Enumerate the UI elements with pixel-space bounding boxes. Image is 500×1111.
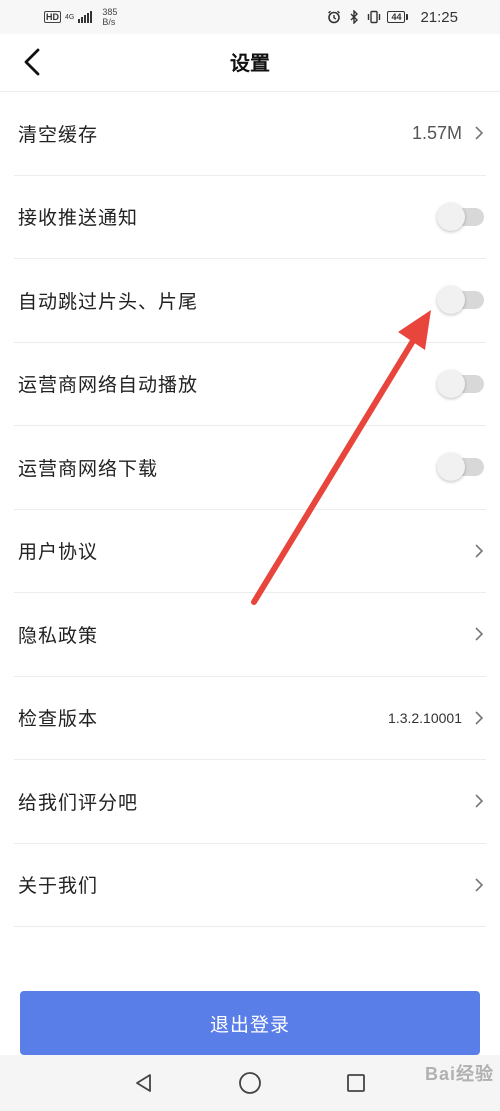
toggle-knob (437, 202, 465, 231)
back-arrow-icon (24, 48, 40, 76)
toggle-knob (437, 369, 465, 398)
back-triangle-icon[interactable] (130, 1069, 158, 1097)
chevron-right-icon (472, 542, 486, 560)
cache-size: 1.57M (411, 122, 462, 143)
vibrate-icon (367, 10, 381, 24)
setting-label: 给我们评分吧 (18, 791, 139, 814)
status-right: 44 21:25 (327, 6, 458, 28)
speed-value: 385 (102, 7, 118, 17)
bluetooth-icon (347, 10, 361, 24)
chevron-right-icon (472, 876, 486, 894)
toggle-knob (437, 453, 465, 482)
page-title: 设置 (230, 51, 270, 75)
home-circle-icon[interactable] (236, 1069, 264, 1097)
toggle-knob (437, 286, 465, 315)
setting-label: 自动跳过片头、片尾 (18, 290, 199, 313)
signal-icon (78, 11, 93, 23)
header: 设置 (0, 34, 500, 92)
setting-privacy-policy[interactable]: 隐私政策 (14, 593, 486, 677)
setting-carrier-autoplay: 运营商网络自动播放 (14, 343, 486, 426)
chevron-right-icon (472, 124, 486, 142)
push-notifications-toggle[interactable] (437, 202, 484, 231)
setting-push-notifications: 接收推送通知 (14, 176, 486, 259)
alarm-icon (327, 10, 341, 24)
setting-about-us[interactable]: 关于我们 (14, 844, 486, 927)
setting-label: 运营商网络自动播放 (18, 374, 199, 397)
setting-carrier-download: 运营商网络下载 (14, 426, 486, 510)
carrier-download-toggle[interactable] (437, 453, 484, 482)
network-label: 4G (65, 13, 75, 21)
battery-level: 44 (387, 11, 406, 23)
status-left: HD 4G 385 B/s (44, 6, 117, 28)
recents-square-icon[interactable] (342, 1069, 370, 1097)
setting-label: 用户协议 (18, 541, 99, 564)
setting-check-version[interactable]: 检查版本 1.3.2.10001 (14, 677, 486, 760)
setting-user-agreement[interactable]: 用户协议 (14, 510, 486, 593)
speed-unit: B/s (102, 17, 116, 27)
setting-rate-us[interactable]: 给我们评分吧 (14, 760, 486, 844)
watermark: Bai经验 (424, 1064, 494, 1084)
status-bar: HD 4G 385 B/s 44 21:25 (0, 0, 500, 34)
setting-label: 关于我们 (18, 875, 99, 898)
chevron-right-icon (472, 792, 486, 810)
setting-label: 接收推送通知 (18, 207, 139, 230)
network-type: 4G (65, 14, 74, 21)
hd-badge: HD (44, 11, 61, 23)
setting-skip-intro-outro: 自动跳过片头、片尾 (14, 259, 486, 343)
setting-label: 清空缓存 (18, 123, 99, 146)
setting-label: 运营商网络下载 (18, 457, 159, 480)
skip-intro-outro-toggle[interactable] (437, 286, 484, 315)
setting-clear-cache[interactable]: 清空缓存 1.57M (14, 92, 486, 176)
clock: 21:25 (420, 8, 458, 26)
chevron-right-icon (472, 625, 486, 643)
battery-icon: 44 (387, 11, 409, 23)
chevron-right-icon (472, 709, 486, 727)
carrier-autoplay-toggle[interactable] (437, 369, 484, 398)
network-speed: 385 B/s (102, 7, 117, 27)
version-number: 1.3.2.10001 (388, 709, 462, 726)
logout-button[interactable]: 退出登录 (20, 991, 480, 1055)
back-button[interactable] (12, 42, 52, 82)
settings-list: 清空缓存 1.57M 接收推送通知 自动跳过片头、片尾 运营商网络自动播放 运营… (0, 92, 500, 927)
setting-label: 检查版本 (18, 708, 99, 731)
setting-label: 隐私政策 (18, 624, 99, 647)
